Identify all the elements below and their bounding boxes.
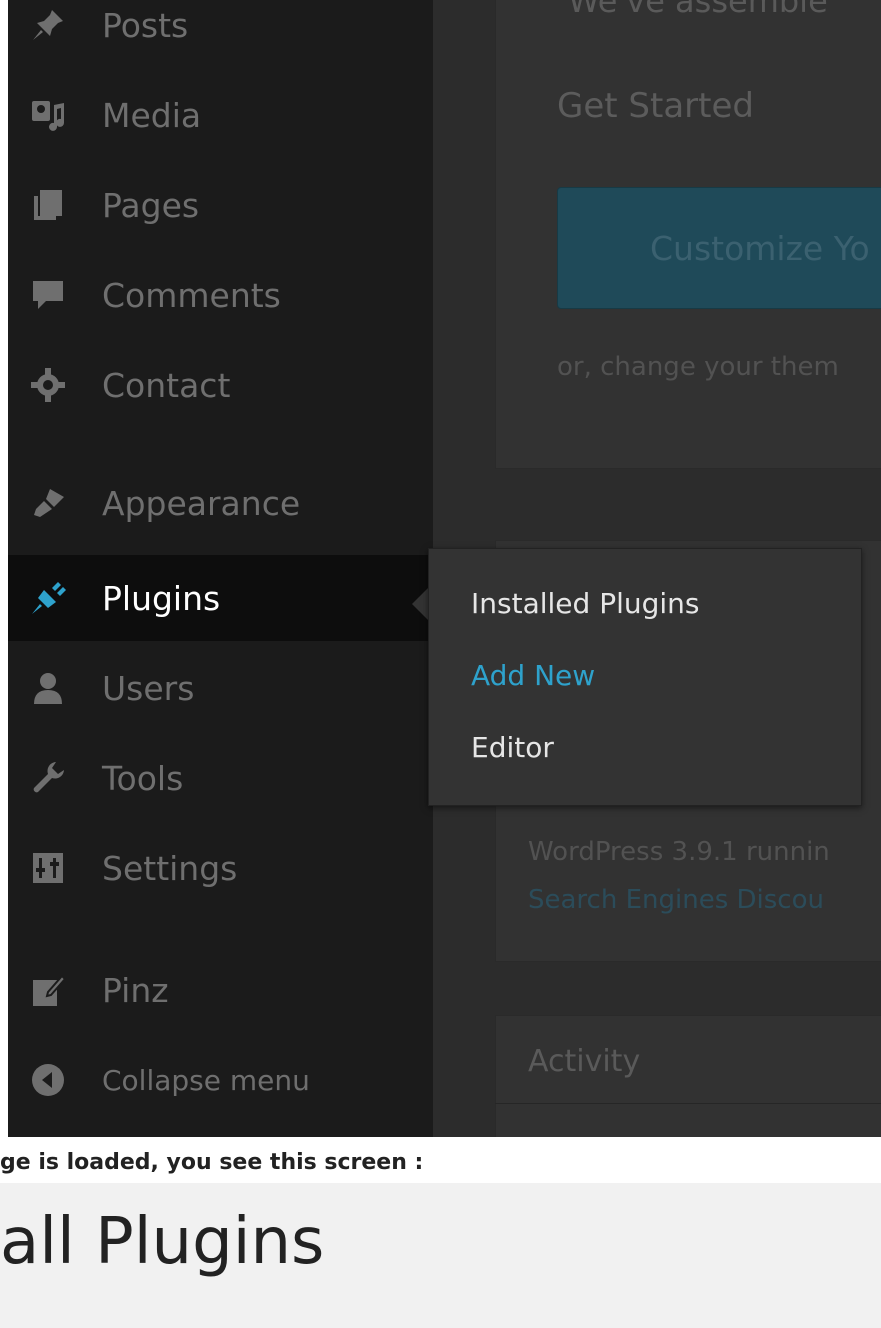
sidebar-item-pages[interactable]: Pages: [8, 162, 433, 248]
plugins-submenu: Installed Plugins Add New Editor: [428, 548, 862, 806]
sidebar-item-label: Media: [102, 95, 202, 135]
sidebar-item-label: Plugins: [102, 578, 221, 618]
wrench-icon: [30, 760, 66, 796]
sidebar-item-media[interactable]: Media: [8, 72, 433, 158]
sidebar-item-pinz[interactable]: Pinz: [8, 947, 433, 1033]
media-icon: [30, 97, 66, 133]
gear-icon: [30, 367, 66, 403]
customize-button-label: Customize Yo: [650, 228, 870, 268]
sidebar-item-label: Appearance: [102, 483, 301, 523]
get-started-heading: Get Started: [557, 86, 754, 126]
sidebar-item-label: Posts: [102, 5, 189, 45]
wordpress-version-text: WordPress 3.9.1 runnin: [528, 837, 830, 867]
sidebar-item-posts[interactable]: Posts: [8, 0, 433, 68]
submenu-add-new[interactable]: Add New: [471, 659, 595, 692]
sidebar-item-label: Collapse menu: [102, 1063, 310, 1097]
pages-icon: [30, 187, 66, 223]
collapse-menu-button[interactable]: Collapse menu: [8, 1037, 433, 1123]
sidebar-item-label: Pinz: [102, 970, 169, 1010]
collapse-icon: [30, 1062, 66, 1098]
user-icon: [30, 670, 66, 706]
screenshot-frame: Posts Media Pages Comments Contact Appea…: [8, 0, 881, 1137]
sidebar-item-appearance[interactable]: Appearance: [8, 460, 433, 546]
sidebar-item-label: Tools: [102, 758, 184, 798]
customize-button[interactable]: Customize Yo: [557, 187, 881, 309]
welcome-heading: We've assemble: [568, 0, 828, 20]
sidebar-item-contact[interactable]: Contact: [8, 342, 433, 428]
sidebar-item-label: Comments: [102, 275, 281, 315]
sidebar-item-plugins[interactable]: Plugins: [8, 555, 433, 641]
sidebar-item-label: Contact: [102, 365, 231, 405]
search-engines-link[interactable]: Search Engines Discou: [528, 885, 824, 915]
sidebar-item-settings[interactable]: Settings: [8, 825, 433, 911]
sidebar-item-comments[interactable]: Comments: [8, 252, 433, 338]
pin-icon: [30, 7, 66, 43]
submenu-installed-plugins[interactable]: Installed Plugins: [471, 587, 699, 620]
plugin-icon: [30, 580, 66, 616]
change-theme-text: or, change your them: [557, 352, 839, 382]
sidebar-item-label: Settings: [102, 848, 238, 888]
comment-icon: [30, 277, 66, 313]
settings-icon: [30, 850, 66, 886]
admin-sidebar: Posts Media Pages Comments Contact Appea…: [8, 0, 433, 1137]
sidebar-item-label: Pages: [102, 185, 200, 225]
sidebar-item-tools[interactable]: Tools: [8, 735, 433, 821]
page-heading: all Plugins: [0, 1205, 325, 1279]
activity-heading: Activity: [528, 1044, 641, 1079]
divider: [495, 1103, 881, 1104]
edit-icon: [30, 972, 66, 1008]
sidebar-item-users[interactable]: Users: [8, 645, 433, 731]
brush-icon: [30, 485, 66, 521]
instruction-caption: ge is loaded, you see this screen :: [0, 1150, 424, 1175]
sidebar-item-label: Users: [102, 668, 195, 708]
submenu-editor[interactable]: Editor: [471, 731, 554, 764]
